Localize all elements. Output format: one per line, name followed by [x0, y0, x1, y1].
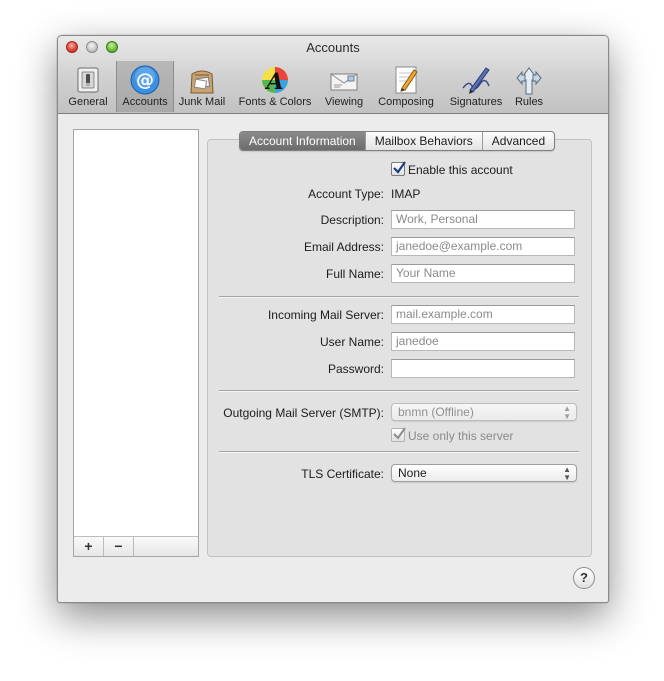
preferences-toolbar: General @ Accounts Junk Mail A Fonts & C…	[63, 61, 608, 112]
full-name-field[interactable]: Your Name	[391, 264, 575, 283]
toolbar-accounts[interactable]: @ Accounts	[116, 61, 174, 112]
toolbar-general[interactable]: General	[67, 61, 109, 112]
enable-account-label: Enable this account	[408, 163, 513, 177]
toolbar-label: Viewing	[324, 96, 364, 108]
tab-mailbox-behaviors[interactable]: Mailbox Behaviors	[364, 132, 482, 150]
preferences-window: Accounts General @ Accounts Junk Mail A …	[57, 35, 609, 603]
popup-arrows-icon: ▲ ▼	[563, 465, 571, 482]
toolbar-composing[interactable]: Composing	[373, 61, 439, 112]
email-field[interactable]: janedoe@example.com	[391, 237, 575, 256]
account-type-value: IMAP	[391, 187, 421, 201]
checkmark-icon	[393, 427, 406, 440]
password-field[interactable]	[391, 359, 575, 378]
help-button[interactable]: ?	[573, 567, 595, 589]
section-divider	[219, 451, 579, 453]
toolbar-signatures[interactable]: Signatures	[446, 61, 506, 112]
toolbar-label: Composing	[378, 96, 434, 108]
window-title: Accounts	[306, 40, 360, 55]
general-switch-icon	[77, 67, 99, 93]
smtp-server-value: bnmn (Offline)	[398, 405, 474, 419]
svg-text:A: A	[264, 69, 283, 95]
remove-account-button[interactable]: −	[104, 537, 134, 556]
smtp-server-popup[interactable]: bnmn (Offline) ▲ ▼	[391, 403, 577, 421]
account-type-row: Account Type: IMAP	[58, 184, 608, 204]
toolbar-label: Accounts	[122, 96, 168, 108]
section-divider	[219, 390, 579, 392]
signature-pen-icon	[462, 67, 490, 94]
svg-text:@: @	[136, 70, 154, 91]
toolbar-rules[interactable]: Rules	[511, 61, 547, 112]
toolbar-label: General	[68, 96, 108, 108]
popup-arrows-icon: ▲ ▼	[563, 404, 571, 421]
viewing-envelope-icon	[330, 73, 358, 91]
accounts-pane: + − Account Information Mailbox Behavior…	[58, 114, 608, 602]
toolbar-label: Rules	[514, 96, 544, 108]
toolbar-junk-mail[interactable]: Junk Mail	[176, 61, 228, 112]
composing-pencil-icon	[395, 66, 418, 94]
tls-label: TLS Certificate:	[301, 467, 384, 481]
description-label: Description:	[320, 213, 384, 227]
tab-account-information[interactable]: Account Information	[240, 132, 365, 150]
settings-tabs: Account Information Mailbox Behaviors Ad…	[239, 131, 556, 151]
toolbar-fonts-colors[interactable]: A Fonts & Colors	[235, 61, 315, 112]
enable-account-checkbox[interactable]	[391, 161, 406, 176]
section-divider	[219, 296, 579, 298]
toolbar-label: Junk Mail	[178, 96, 226, 108]
description-field[interactable]: Work, Personal	[391, 210, 575, 229]
at-sign-icon: @	[130, 65, 160, 95]
title-bar: Accounts General @ Accounts Junk Mail A …	[58, 36, 608, 114]
tab-advanced[interactable]: Advanced	[481, 132, 554, 150]
email-label: Email Address:	[303, 240, 384, 254]
full-name-label: Full Name:	[325, 267, 384, 281]
user-name-label: User Name:	[319, 335, 384, 349]
checkmark-icon	[393, 161, 406, 174]
use-only-server-checkbox[interactable]	[391, 427, 406, 442]
tls-certificate-value: None	[398, 466, 427, 480]
account-type-label: Account Type:	[308, 187, 384, 201]
incoming-server-field[interactable]: mail.example.com	[391, 305, 575, 324]
fonts-colors-icon: A	[262, 67, 288, 95]
junk-mail-bag-icon	[190, 70, 214, 94]
password-label: Password:	[327, 362, 384, 376]
user-name-field[interactable]: janedoe	[391, 332, 575, 351]
rules-arrows-icon	[516, 67, 542, 95]
use-only-server-label: Use only this server	[408, 429, 514, 443]
smtp-label: Outgoing Mail Server (SMTP):	[223, 406, 384, 420]
toolbar-label: Fonts & Colors	[238, 96, 312, 108]
toolbar-viewing[interactable]: Viewing	[321, 61, 367, 112]
toolbar-label: Signatures	[449, 96, 503, 108]
accounts-list-bar: + −	[73, 536, 199, 557]
add-account-button[interactable]: +	[74, 537, 104, 556]
tls-certificate-popup[interactable]: None ▲ ▼	[391, 464, 577, 482]
incoming-server-label: Incoming Mail Server:	[267, 308, 384, 322]
